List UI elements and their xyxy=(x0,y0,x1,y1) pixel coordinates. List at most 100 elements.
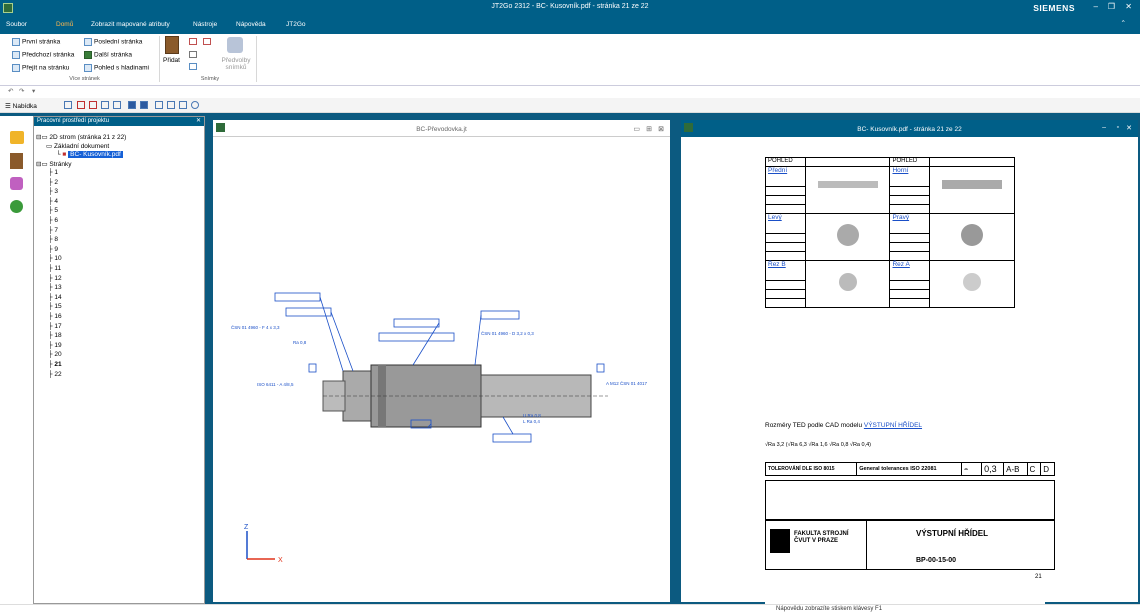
snapshots-icon[interactable] xyxy=(10,153,23,169)
snap-icon-4[interactable] xyxy=(189,63,197,70)
tree-page-item[interactable]: ├ 5 xyxy=(48,207,58,214)
tree-page-item[interactable]: ├ 16 xyxy=(48,313,62,320)
next-page-button[interactable]: Další stránka xyxy=(84,51,132,59)
pdf-min-icon[interactable]: – xyxy=(1102,124,1106,131)
3d-icon[interactable] xyxy=(10,200,23,213)
front-view-image xyxy=(817,181,878,188)
tree-page-item[interactable]: ├ 9 xyxy=(48,246,58,253)
tree-page-item[interactable]: ├ 7 xyxy=(48,227,58,234)
tree-icon[interactable] xyxy=(10,131,24,144)
model-viewport[interactable]: ČSN 01 4960 - F 4 x 3,3 ČSN 01 4960 - D … xyxy=(213,139,670,604)
snap-icon-2[interactable] xyxy=(203,38,211,45)
title-block-info xyxy=(765,480,1055,520)
snapshot-presets-button[interactable]: Předvolby snímků xyxy=(221,57,251,71)
tree-page-item[interactable]: ├ 19 xyxy=(48,342,62,349)
undo-icon[interactable]: ↶ xyxy=(8,87,13,95)
view-link-section-a[interactable]: Řez A xyxy=(892,261,909,268)
snap-icon-3[interactable] xyxy=(189,51,197,58)
view-link-top[interactable]: Horní xyxy=(892,167,908,174)
tree-page-item[interactable]: ├ 1 xyxy=(48,169,58,176)
tree-page-item[interactable]: ├ 4 xyxy=(48,198,58,205)
tree-root[interactable]: ⊟▭ 2D strom (stránka 21 z 22) xyxy=(36,133,126,141)
part-name: VÝSTUPNÍ HŘÍDEL xyxy=(916,529,989,538)
pdf-max-icon[interactable]: ▫ xyxy=(1117,124,1119,131)
right-view-image xyxy=(961,224,984,246)
menu-napoveda[interactable]: Nápověda xyxy=(236,21,266,28)
goto-page-button[interactable]: Přejít na stránku xyxy=(12,64,69,72)
menu-nabidka-button[interactable]: ☰ Nabídka xyxy=(5,102,37,110)
view-link-right[interactable]: Pravý xyxy=(892,214,909,221)
tree-page-item[interactable]: ├ 13 xyxy=(48,284,62,291)
tree-selected-doc[interactable]: └ ■ BC- Kusovník.pdf xyxy=(56,151,123,158)
menu-jt2go[interactable]: JT2Go xyxy=(286,21,306,28)
pdf-close-icon[interactable]: ✕ xyxy=(1126,124,1132,132)
window-title: JT2Go 2312 - BC- Kusovník.pdf - stránka … xyxy=(491,3,649,10)
tree-page-item[interactable]: ├ 20 xyxy=(48,351,62,358)
view-link-section-b[interactable]: Řez B xyxy=(768,261,786,268)
tree-page-item[interactable]: ├ 12 xyxy=(48,275,62,282)
tree-page-item[interactable]: ├ 6 xyxy=(48,217,58,224)
menu-domu[interactable]: Domů xyxy=(56,21,73,28)
goto-page-icon xyxy=(12,64,20,72)
tree-page-item[interactable]: ├ 22 xyxy=(48,371,62,378)
customize-icon[interactable]: ▾ xyxy=(32,87,35,95)
tree-page-item[interactable]: ├ 21 xyxy=(48,361,62,368)
tree-pages[interactable]: ⊟▭ Stránky xyxy=(36,160,71,168)
title-block-header: TOLEROVÁNÍ DLE ISO 8015 General tolerance… xyxy=(764,462,1055,476)
view-link-left[interactable]: Levý xyxy=(768,214,782,221)
toolbar-icon-2[interactable] xyxy=(77,101,85,109)
last-page-button[interactable]: Poslední stránka xyxy=(84,38,142,46)
tree-page-item[interactable]: ├ 17 xyxy=(48,323,62,330)
toolbar-icon-9[interactable] xyxy=(167,101,175,109)
tree-base-doc[interactable]: ▭ Základní dokument xyxy=(46,142,109,150)
tree-page-item[interactable]: ├ 3 xyxy=(48,188,58,195)
tree-page-item[interactable]: ├ 14 xyxy=(48,294,62,301)
group-label-snapshots: Snímky xyxy=(200,76,220,82)
view-link-front[interactable]: Přední xyxy=(768,167,787,174)
tree-page-item[interactable]: ├ 18 xyxy=(48,332,62,339)
collapse-ribbon-icon[interactable]: ⌃ xyxy=(1121,19,1126,27)
panel-close-icon[interactable]: ✕ xyxy=(196,117,201,126)
menu-atributy[interactable]: Zobrazit mapované atributy xyxy=(91,21,170,28)
svg-text:U Ra 0,8: U Ra 0,8 xyxy=(523,413,541,418)
tree-page-item[interactable]: ├ 10 xyxy=(48,255,62,262)
menu-bar: Soubor Domů Zobrazit mapované atributy N… xyxy=(0,16,1140,34)
first-page-icon xyxy=(12,38,20,46)
top-view-image xyxy=(942,180,1003,189)
tolerance-value: 0,3 xyxy=(981,462,1005,476)
toolbar-icon-1[interactable] xyxy=(64,101,72,109)
minimize-icon[interactable]: – xyxy=(1094,2,1098,11)
snap-icon-1[interactable] xyxy=(189,38,197,45)
prev-page-icon xyxy=(12,51,20,59)
add-snapshot-button[interactable]: Přidat xyxy=(163,57,180,64)
svg-text:ČSN 01 4960 - F 4 x 3,3: ČSN 01 4960 - F 4 x 3,3 xyxy=(231,324,280,330)
svg-text:ČSN 01 4960 - D 3,2 x 0,3: ČSN 01 4960 - D 3,2 x 0,3 xyxy=(481,330,534,336)
ted-line: Rozměry TED podle CAD modelu VÝSTUPNÍ HŘ… xyxy=(765,422,923,429)
zoom-icon[interactable] xyxy=(191,101,199,109)
toolbar-icon-5[interactable] xyxy=(113,101,121,109)
toolbar-icon-10[interactable] xyxy=(179,101,187,109)
toolbar-icon-8[interactable] xyxy=(155,101,163,109)
tree-page-item[interactable]: ├ 8 xyxy=(48,236,58,243)
tree-page-item[interactable]: ├ 11 xyxy=(48,265,61,272)
min-icon[interactable]: ▭ xyxy=(633,125,640,133)
status-text: Nápovědu zobrazíte stiskem klávesy F1 xyxy=(776,606,883,612)
redo-icon[interactable]: ↷ xyxy=(19,87,24,95)
ted-link[interactable]: VÝSTUPNÍ HŘÍDEL xyxy=(864,422,922,429)
toolbar-icon-7[interactable] xyxy=(140,101,148,109)
toolbar-icon-6[interactable] xyxy=(128,101,136,109)
restore-icon[interactable]: ❐ xyxy=(1108,2,1115,11)
toolbar-icon-4[interactable] xyxy=(101,101,109,109)
menu-nastroje[interactable]: Nástroje xyxy=(193,21,217,28)
links-icon[interactable] xyxy=(10,177,23,190)
restore-icon[interactable]: ⊠ xyxy=(658,125,664,133)
toolbar-icon-3[interactable] xyxy=(89,101,97,109)
first-page-button[interactable]: První stránka xyxy=(12,38,60,46)
max-icon[interactable]: ⊞ xyxy=(646,125,652,133)
tree-page-item[interactable]: ├ 2 xyxy=(48,179,58,186)
tree-page-item[interactable]: ├ 15 xyxy=(48,303,62,310)
menu-soubor[interactable]: Soubor xyxy=(6,21,27,28)
layers-view-button[interactable]: Pohled s hladinami xyxy=(84,64,149,72)
prev-page-button[interactable]: Předchozí stránka xyxy=(12,51,74,59)
close-icon[interactable]: ✕ xyxy=(1125,2,1132,11)
